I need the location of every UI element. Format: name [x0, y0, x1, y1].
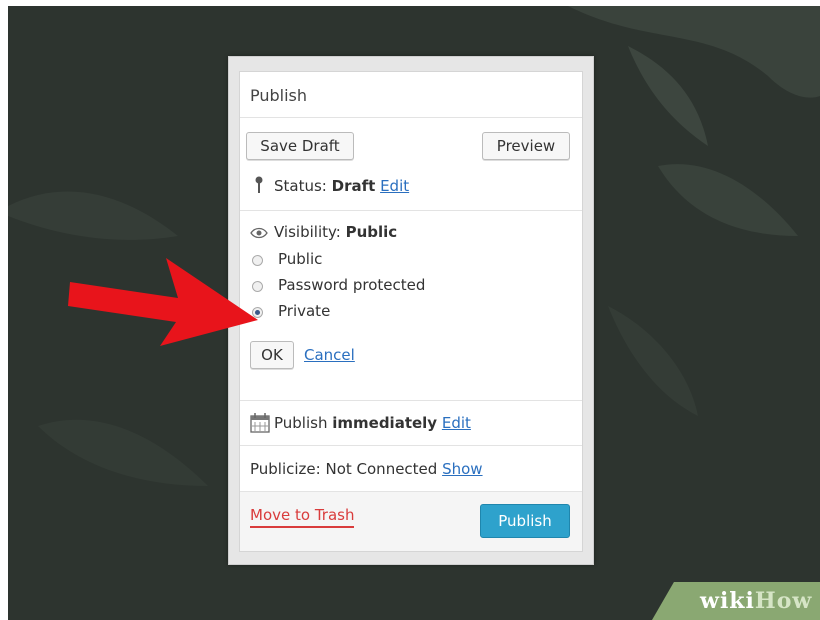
publicize-show-link[interactable]: Show	[442, 460, 482, 478]
publicize-text-wrap: Publicize: Not Connected Show	[250, 460, 483, 478]
move-to-trash-link[interactable]: Move to Trash	[250, 506, 355, 528]
wikihow-wiki: wiki	[700, 588, 755, 614]
publish-prefix: Publish	[274, 414, 333, 432]
publish-schedule: Publish immediately Edit	[240, 401, 582, 446]
option-private-label: Private	[278, 302, 331, 320]
pin-icon	[255, 176, 263, 193]
publicize-row: Publicize: Not Connected Show	[240, 446, 582, 492]
panel-header: Publish	[240, 72, 582, 118]
eye-icon	[250, 227, 268, 239]
visibility-section: Visibility: Public Public Password prote…	[240, 211, 582, 401]
wikihow-logo: wikiHow	[700, 588, 812, 614]
panel-title: Publish	[250, 86, 308, 105]
cancel-link[interactable]: Cancel	[304, 346, 355, 364]
publicize-text: Publicize: Not Connected	[250, 460, 443, 478]
visibility-label: Visibility:	[274, 223, 346, 241]
calendar-icon	[250, 413, 270, 433]
publish-box: Publish Save Draft Preview Status: Draft…	[239, 71, 583, 552]
publish-schedule-row: Publish immediately Edit	[274, 414, 471, 432]
status-label: Status:	[274, 177, 332, 195]
save-draft-button[interactable]: Save Draft	[246, 132, 354, 160]
publish-when: immediately	[332, 414, 438, 432]
red-arrow-annotation	[68, 258, 258, 346]
option-password-label: Password protected	[278, 276, 426, 294]
major-actions: Move to Trash Publish	[240, 492, 582, 551]
publish-panel: Publish Save Draft Preview Status: Draft…	[228, 56, 594, 565]
minor-actions: Save Draft Preview Status: Draft Edit	[240, 118, 582, 211]
visibility-row: Visibility: Public	[274, 223, 397, 241]
status-edit-link[interactable]: Edit	[380, 177, 409, 195]
preview-button[interactable]: Preview	[482, 132, 570, 160]
wikihow-how: How	[754, 588, 813, 614]
status-row: Status: Draft Edit	[274, 177, 409, 195]
publish-button[interactable]: Publish	[480, 504, 570, 538]
status-value: Draft	[331, 177, 376, 195]
visibility-value: Public	[345, 223, 398, 241]
publish-edit-link[interactable]: Edit	[442, 414, 471, 432]
option-public-label: Public	[278, 250, 323, 268]
